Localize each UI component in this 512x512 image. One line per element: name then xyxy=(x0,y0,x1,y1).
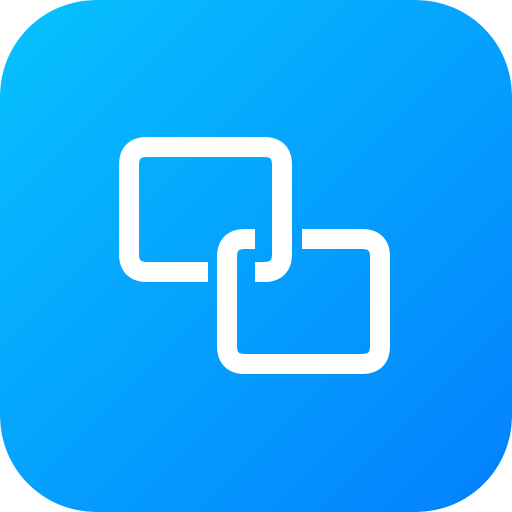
app-icon-tile[interactable] xyxy=(0,0,512,512)
link-icon xyxy=(0,0,512,512)
icon-background xyxy=(0,0,512,512)
